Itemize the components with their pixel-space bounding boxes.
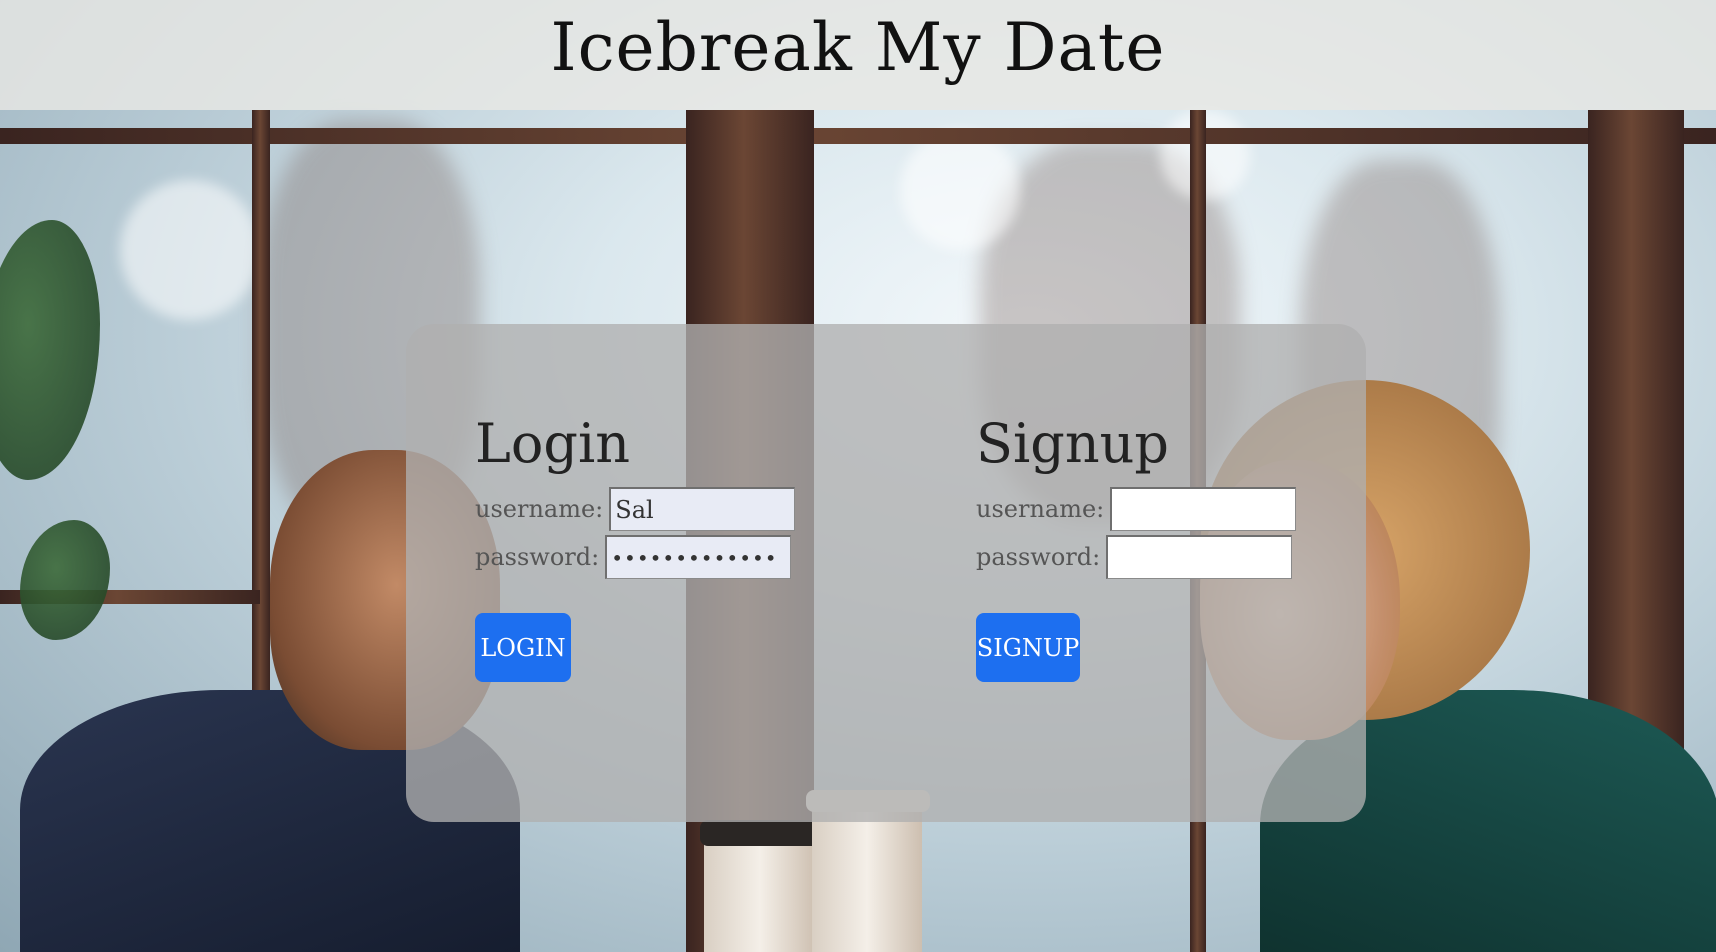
header-band: Icebreak My Date (0, 0, 1716, 110)
site-title: Icebreak My Date (550, 9, 1166, 86)
login-username-label: username: (475, 495, 604, 524)
login-form: Login username: password: login (475, 412, 855, 683)
auth-panel: Login username: password: login Signup u… (406, 324, 1366, 822)
signup-title: Signup (976, 412, 1169, 475)
signup-password-label: password: (976, 543, 1101, 572)
signup-form: Signup username: password: signup (976, 412, 1356, 683)
login-password-label: password: (475, 543, 600, 572)
login-button[interactable]: login (475, 613, 571, 683)
signup-username-row: username: (976, 485, 1356, 533)
signup-password-row: password: (976, 533, 1356, 581)
signup-password-input[interactable] (1106, 535, 1293, 580)
login-title: Login (475, 412, 630, 475)
signup-username-label: username: (976, 495, 1105, 524)
login-password-input[interactable] (605, 535, 792, 580)
login-password-row: password: (475, 533, 855, 581)
login-username-input[interactable] (609, 487, 796, 532)
login-username-row: username: (475, 485, 855, 533)
signup-button[interactable]: signup (976, 613, 1080, 683)
signup-username-input[interactable] (1110, 487, 1297, 532)
